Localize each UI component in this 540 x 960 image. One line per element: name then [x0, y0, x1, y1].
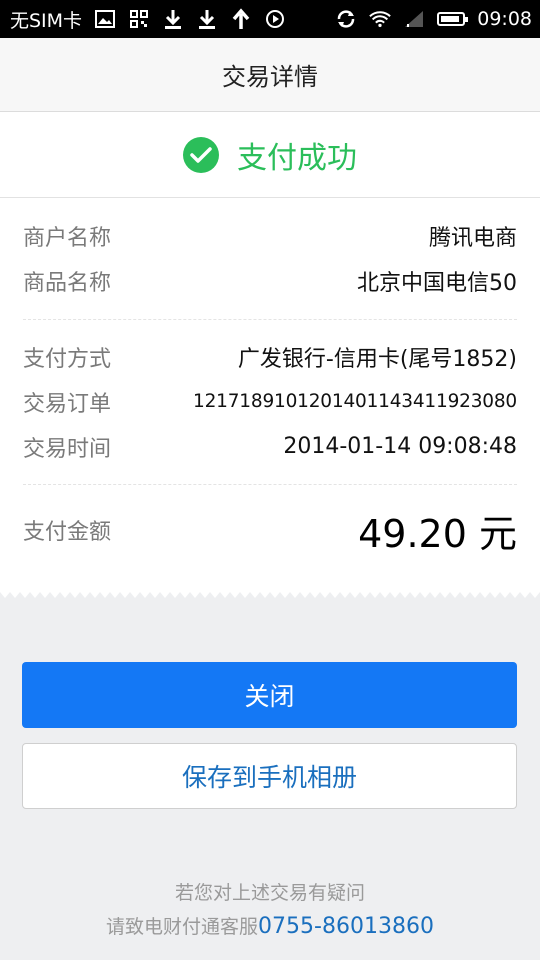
payment-method-label: 支付方式 — [23, 346, 112, 372]
carrier-label: 无SIM卡 — [10, 9, 83, 32]
amount-value: 49.20 元 — [358, 511, 517, 556]
product-label: 商品名称 — [23, 270, 112, 296]
product-row: 商品名称 北京中国电信50 — [23, 258, 517, 303]
merchant-label: 商户名称 — [23, 225, 112, 251]
time-value: 2014-01-14 09:08:48 — [283, 434, 517, 459]
detail-list: 商户名称 腾讯电商 商品名称 北京中国电信50 支付方式 广发银行-信用卡(尾号… — [0, 198, 540, 575]
service-phone-link[interactable]: 0755-86013860 — [258, 914, 434, 939]
clock: 09:08 — [477, 8, 532, 30]
merchant-value: 腾讯电商 — [428, 225, 517, 251]
product-value: 北京中国电信50 — [357, 270, 517, 296]
download-icon — [162, 8, 184, 30]
payment-method-row: 支付方式 广发银行-信用卡(尾号1852) — [23, 334, 517, 379]
grid-icon — [128, 8, 150, 30]
help-contact: 请致电财付通客服0755-86013860 — [0, 910, 540, 944]
image-icon — [94, 8, 116, 30]
status-text: 支付成功 — [237, 140, 357, 176]
order-label: 交易订单 — [23, 391, 112, 417]
order-row: 交易订单 1217189101201401143411923080 — [23, 379, 517, 424]
check-icon — [183, 136, 219, 173]
order-value: 1217189101201401143411923080 — [193, 391, 517, 412]
help-contact-prefix: 请致电财付通客服 — [106, 916, 259, 938]
signal-icon — [403, 8, 425, 30]
transaction-card: 支付成功 商户名称 腾讯电商 商品名称 北京中国电信50 支付方式 广发银行-信… — [0, 112, 540, 592]
status-bar: 无SIM卡 09:08 — [0, 0, 540, 38]
battery-icon — [437, 12, 469, 26]
save-to-album-button[interactable]: 保存到手机相册 — [22, 743, 517, 809]
payment-method-value: 广发银行-信用卡(尾号1852) — [237, 346, 517, 372]
receipt-edge — [0, 592, 540, 598]
close-button[interactable]: 关闭 — [22, 662, 517, 728]
sync-icon — [335, 8, 357, 30]
help-text: 若您对上述交易有疑问 — [174, 882, 365, 904]
help-footer: 若您对上述交易有疑问 请致电财付通客服0755-86013860 — [0, 876, 540, 944]
amount-label: 支付金额 — [23, 520, 112, 545]
wifi-icon — [369, 8, 392, 30]
page-title: 交易详情 — [0, 38, 540, 112]
time-label: 交易时间 — [23, 436, 112, 462]
merchant-row: 商户名称 腾讯电商 — [23, 213, 517, 258]
amount-row: 支付金额 49.20 元 — [23, 485, 517, 575]
payment-status: 支付成功 — [0, 112, 540, 198]
play-icon — [264, 8, 286, 30]
upload-icon — [230, 8, 252, 30]
time-row: 交易时间 2014-01-14 09:08:48 — [23, 424, 517, 469]
download-icon — [196, 8, 218, 30]
